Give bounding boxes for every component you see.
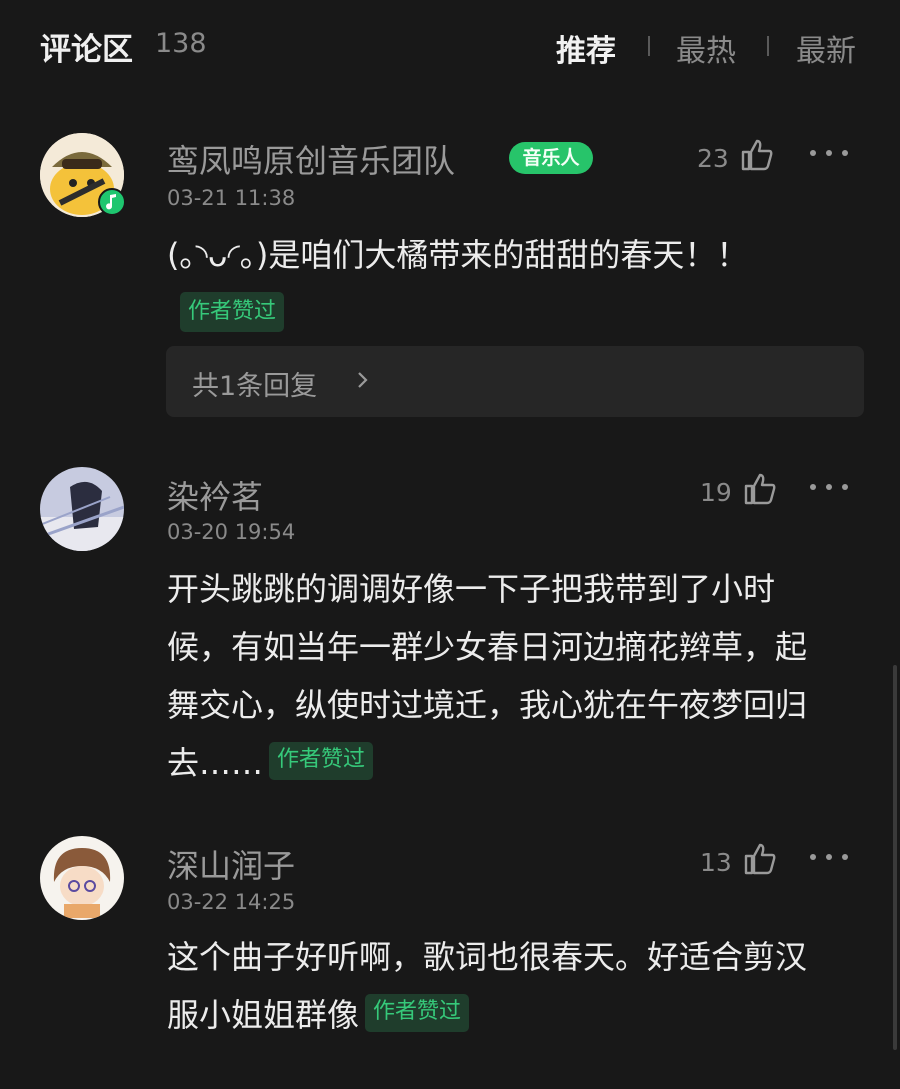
more-dots-icon[interactable] bbox=[810, 852, 850, 862]
music-note-icon bbox=[98, 188, 126, 216]
author-liked-tag: 作者赞过 bbox=[365, 994, 470, 1032]
avatar[interactable] bbox=[40, 836, 124, 920]
avatar[interactable] bbox=[40, 467, 124, 551]
like-count: 13 bbox=[700, 848, 732, 877]
thumbs-up-icon[interactable] bbox=[743, 842, 777, 876]
thumbs-up-icon[interactable] bbox=[743, 472, 777, 506]
comment-count: 138 bbox=[155, 28, 207, 59]
sort-divider bbox=[648, 36, 650, 56]
comment-text: (｡◝ᴗ◜｡)是咱们大橘带来的甜甜的春天！！ bbox=[167, 236, 749, 274]
username[interactable]: 深山润子 bbox=[167, 841, 295, 887]
author-liked-tag: 作者赞过 bbox=[269, 742, 374, 780]
reply-summary[interactable]: 共1条回复 bbox=[166, 346, 864, 417]
sort-hottest[interactable]: 最热 bbox=[676, 26, 736, 70]
username[interactable]: 染衿茗 bbox=[167, 472, 263, 518]
comment-text: 开头跳跳的调调好像一下子把我带到了小时候，有如当年一群少女春日河边摘花辫草，起舞… bbox=[167, 560, 837, 792]
comment-time: 03-22 14:25 bbox=[167, 890, 296, 914]
comment-body: 开头跳跳的调调好像一下子把我带到了小时候，有如当年一群少女春日河边摘花辫草，起舞… bbox=[167, 570, 808, 782]
sort-newest[interactable]: 最新 bbox=[796, 26, 856, 70]
comment-section-title: 评论区 bbox=[40, 32, 133, 68]
sort-divider bbox=[767, 36, 769, 56]
like-count: 19 bbox=[700, 478, 732, 507]
comment-time: 03-21 11:38 bbox=[167, 186, 296, 210]
author-liked-tag: 作者赞过 bbox=[180, 292, 285, 332]
more-dots-icon[interactable] bbox=[810, 148, 850, 158]
reply-count-label: 共1条回复 bbox=[192, 371, 318, 402]
comment-time: 03-20 19:54 bbox=[167, 520, 296, 544]
musician-badge: 音乐人 bbox=[509, 142, 593, 174]
comment-body: 这个曲子好听啊，歌词也很春天。好适合剪汉服小姐姐群像 bbox=[167, 938, 808, 1034]
comment-header: 评论区 138 推荐 最热 最新 bbox=[0, 0, 900, 90]
username[interactable]: 鸾凤鸣原创音乐团队 bbox=[167, 136, 455, 182]
comment-text: 这个曲子好听啊，歌词也很春天。好适合剪汉服小姐姐群像 作者赞过 bbox=[167, 928, 837, 1044]
sort-recommended[interactable]: 推荐 bbox=[556, 26, 616, 70]
chevron-right-icon bbox=[358, 372, 368, 388]
more-dots-icon[interactable] bbox=[810, 482, 850, 492]
thumbs-up-icon[interactable] bbox=[740, 138, 774, 172]
like-count: 23 bbox=[697, 144, 729, 173]
scrollbar[interactable] bbox=[893, 665, 897, 1050]
